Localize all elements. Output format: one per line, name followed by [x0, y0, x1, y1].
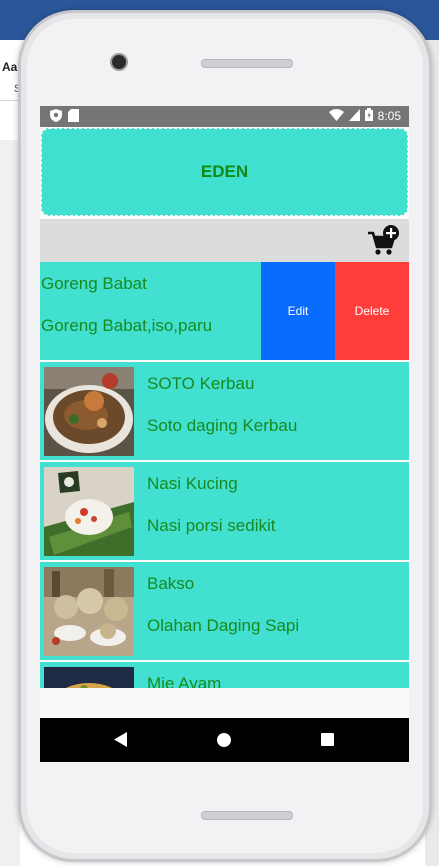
- home-icon[interactable]: [217, 733, 231, 747]
- battery-icon: [364, 108, 373, 124]
- back-icon[interactable]: [114, 732, 127, 752]
- food-photo-soto: [44, 367, 134, 456]
- bottom-speaker: [201, 811, 293, 820]
- item-name: Goreng Babat: [41, 274, 147, 293]
- menu-list: Goreng Babat Goreng Babat,iso,paru Edit …: [40, 262, 409, 688]
- earpiece-speaker: [201, 59, 293, 68]
- item-description: Soto daging Kerbau: [147, 416, 298, 435]
- item-name: Mie Ayam: [147, 674, 222, 688]
- item-name: Nasi Kucing: [147, 474, 238, 493]
- delete-button[interactable]: Delete: [335, 262, 409, 360]
- food-photo-nasi-kucing: [44, 467, 134, 556]
- item-description: Nasi porsi sedikit: [147, 516, 276, 535]
- shield-notification-icon: [50, 109, 62, 127]
- food-photo-bakso: [44, 567, 134, 656]
- list-item-swiped[interactable]: Goreng Babat Goreng Babat,iso,paru Edit …: [40, 262, 409, 360]
- item-description: Olahan Daging Sapi: [147, 616, 300, 635]
- recent-apps-icon[interactable]: [321, 733, 334, 746]
- item-name: Bakso: [147, 574, 195, 593]
- edit-button[interactable]: Edit: [261, 262, 335, 360]
- list-item[interactable]: SOTO Kerbau Soto daging Kerbau: [40, 362, 409, 460]
- list-footer-space: [40, 688, 409, 718]
- status-bar: 8:05: [40, 106, 409, 127]
- app-header: EDEN: [41, 128, 408, 216]
- food-photo-mie-ayam: [44, 667, 134, 688]
- sd-card-icon: [68, 109, 79, 127]
- status-time: 8:05: [377, 109, 401, 123]
- item-description: Goreng Babat,iso,paru: [41, 316, 213, 335]
- toolbar: [40, 219, 409, 262]
- desktop-side-panel: [0, 140, 20, 866]
- phone-screen: 8:05 EDEN Goreng Babat Goreng Babat,iso,…: [40, 106, 409, 762]
- list-item-content[interactable]: Goreng Babat Goreng Babat,iso,paru: [40, 262, 261, 360]
- add-to-cart-icon[interactable]: [367, 225, 401, 257]
- list-item[interactable]: Mie Ayam: [40, 662, 409, 688]
- front-camera: [110, 53, 128, 71]
- app-title: EDEN: [200, 162, 249, 181]
- cell-signal-icon: [348, 108, 360, 124]
- wifi-icon: [328, 108, 344, 124]
- item-name: SOTO Kerbau: [147, 374, 255, 393]
- list-item[interactable]: Bakso Olahan Daging Sapi: [40, 562, 409, 660]
- list-item[interactable]: Nasi Kucing Nasi porsi sedikit: [40, 462, 409, 560]
- android-nav-bar: [40, 718, 409, 762]
